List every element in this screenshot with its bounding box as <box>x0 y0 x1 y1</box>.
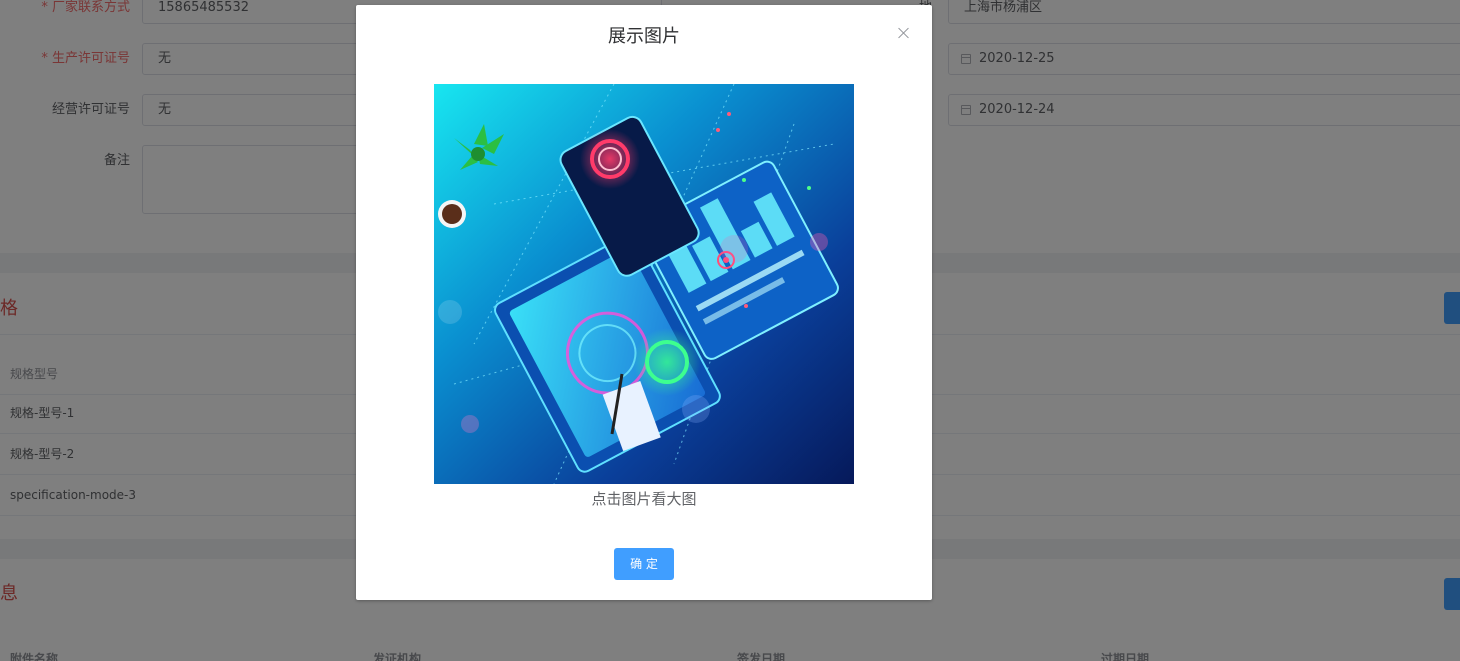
tech-illustration-image <box>434 84 854 484</box>
ok-button[interactable]: 确 定 <box>614 548 674 580</box>
image-preview-dialog: 展示图片 点击图片看大图 确 定 <box>356 5 932 600</box>
preview-image[interactable] <box>434 84 854 484</box>
dialog-hint: 点击图片看大图 <box>591 490 697 508</box>
dialog-title: 展示图片 <box>608 26 680 47</box>
close-icon[interactable] <box>894 23 914 43</box>
